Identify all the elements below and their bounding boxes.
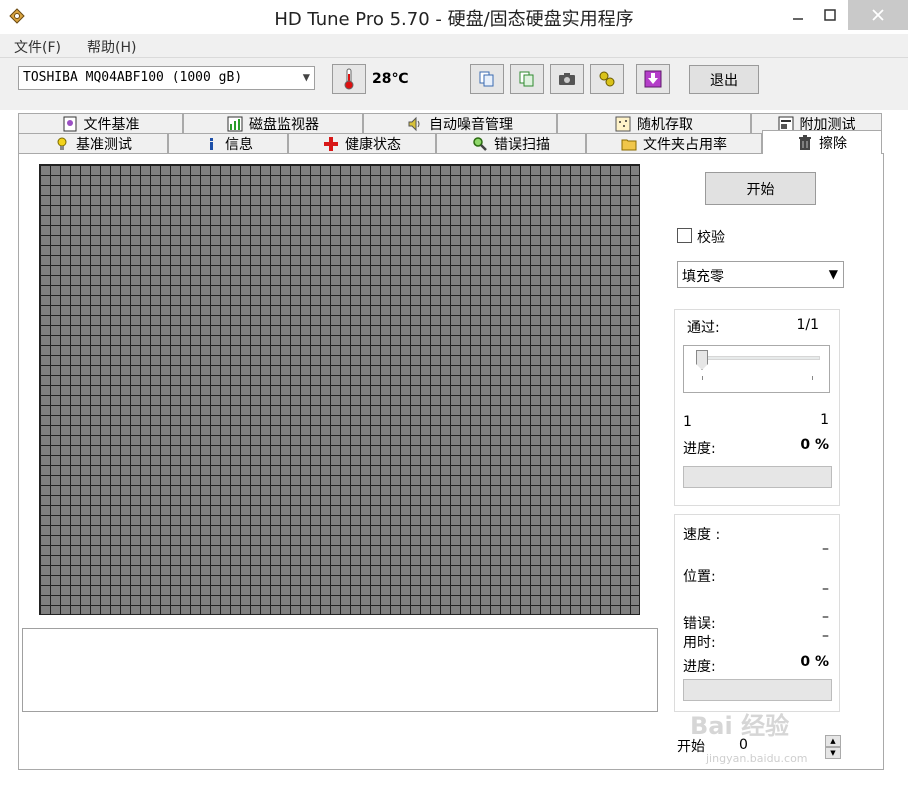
chevron-down-icon: ▼ bbox=[828, 267, 838, 281]
slider-track bbox=[696, 356, 820, 360]
tab-label: 磁盘监视器 bbox=[249, 116, 319, 133]
watermark: Bai 经验 bbox=[690, 712, 790, 740]
tab-info[interactable]: 信息 bbox=[168, 133, 288, 153]
close-icon bbox=[872, 9, 884, 21]
speaker-icon bbox=[408, 116, 420, 131]
file-benchmark-icon bbox=[63, 116, 76, 131]
minimize-button[interactable] bbox=[781, 0, 815, 30]
tab-aam[interactable]: 自动噪音管理 bbox=[363, 113, 557, 133]
tab-label: 文件基准 bbox=[83, 116, 140, 133]
info-icon bbox=[210, 137, 213, 150]
options-button[interactable] bbox=[590, 64, 624, 94]
pass-label: 通过: bbox=[687, 320, 720, 336]
wrench-icon bbox=[599, 71, 615, 87]
tab-folder-usage[interactable]: 文件夹占用率 bbox=[586, 133, 762, 153]
temperature-button[interactable] bbox=[332, 64, 366, 94]
copy-all-icon bbox=[519, 71, 534, 87]
tab-error-scan[interactable]: 错误扫描 bbox=[436, 133, 586, 153]
tab-label: 随机存取 bbox=[637, 116, 693, 133]
save-button[interactable] bbox=[636, 64, 670, 94]
error-value: – bbox=[822, 609, 829, 625]
tab-label: 健康状态 bbox=[345, 136, 401, 153]
fill-mode-value: 填充零 bbox=[682, 269, 724, 285]
watermark-url: jingyan.baidu.com bbox=[706, 752, 808, 765]
copy-icon bbox=[479, 71, 494, 87]
speed-label: 速度 : bbox=[683, 527, 721, 543]
thermometer-icon bbox=[344, 68, 354, 90]
time-value: – bbox=[822, 628, 829, 644]
pass-slider[interactable] bbox=[683, 345, 830, 393]
fill-mode-select[interactable]: 填充零 ▼ bbox=[677, 261, 844, 288]
menu-file[interactable]: 文件(F) bbox=[14, 37, 61, 57]
log-area bbox=[22, 628, 658, 712]
spin-down-button[interactable]: ▼ bbox=[825, 747, 841, 759]
minimize-icon bbox=[793, 18, 803, 20]
drive-select-value: TOSHIBA MQ04ABF100 (1000 gB) bbox=[23, 70, 243, 85]
screenshot-button[interactable] bbox=[550, 64, 584, 94]
tab-label: 信息 bbox=[225, 136, 253, 153]
trash-icon bbox=[799, 134, 811, 150]
random-access-icon bbox=[615, 116, 631, 131]
pass-value: 1/1 bbox=[796, 317, 819, 333]
position-label: 位置: bbox=[683, 569, 716, 585]
close-button[interactable] bbox=[848, 0, 908, 30]
block-map bbox=[39, 164, 640, 615]
bulb-icon bbox=[57, 137, 67, 150]
menu-help[interactable]: 帮助(H) bbox=[87, 37, 136, 57]
tab-label: 文件夹占用率 bbox=[643, 136, 727, 153]
folder-icon bbox=[621, 139, 637, 150]
camera-icon bbox=[559, 73, 575, 85]
slider-min-value: 1 bbox=[683, 414, 692, 430]
menu-bar: 文件(F) 帮助(H) bbox=[0, 34, 908, 58]
copy-all-button[interactable] bbox=[510, 64, 544, 94]
slider-thumb[interactable] bbox=[696, 350, 708, 370]
verify-checkbox[interactable] bbox=[677, 228, 692, 243]
tab-label: 错误扫描 bbox=[494, 136, 550, 153]
spin-up-button[interactable]: ▲ bbox=[825, 735, 841, 747]
tab-random-access[interactable]: 随机存取 bbox=[557, 113, 751, 133]
stats-group: 速度 : – 位置: – 错误: – 用时: – 进度: 0 % bbox=[674, 514, 840, 712]
slider-max-value: 1 bbox=[820, 412, 829, 428]
progress2-value: 0 % bbox=[800, 654, 829, 670]
tab-label: 擦除 bbox=[819, 135, 847, 152]
tab-label: 自动噪音管理 bbox=[429, 116, 513, 133]
progress-value: 0 % bbox=[800, 437, 829, 453]
maximize-button[interactable] bbox=[813, 0, 847, 30]
chevron-down-icon: ▼ bbox=[302, 70, 310, 84]
health-cross-icon bbox=[324, 136, 338, 151]
error-label: 错误: bbox=[683, 616, 716, 632]
tab-erase[interactable]: 擦除 bbox=[762, 130, 882, 154]
progress-bar bbox=[683, 466, 832, 488]
tab-health[interactable]: 健康状态 bbox=[288, 133, 436, 153]
progress2-label: 进度: bbox=[683, 659, 716, 675]
tab-label: 基准测试 bbox=[76, 136, 132, 153]
progress2-bar bbox=[683, 679, 832, 701]
pass-group: 通过: 1/1 1 1 进度: 0 % bbox=[674, 309, 840, 506]
tab-disk-monitor[interactable]: 磁盘监视器 bbox=[183, 113, 363, 133]
start-button[interactable]: 开始 bbox=[705, 172, 816, 205]
maximize-icon bbox=[824, 9, 836, 21]
temperature-value: 28℃ bbox=[372, 71, 409, 87]
title-bar: HD Tune Pro 5.70 - 硬盘/固态硬盘实用程序 bbox=[0, 0, 908, 34]
verify-label: 校验 bbox=[697, 230, 725, 246]
progress-label: 进度: bbox=[683, 441, 716, 457]
speed-value: – bbox=[822, 541, 829, 557]
slider-tick bbox=[702, 376, 703, 380]
magnifier-icon bbox=[473, 136, 487, 151]
exit-button[interactable]: 退出 bbox=[689, 65, 759, 94]
tab-benchmark[interactable]: 基准测试 bbox=[18, 133, 168, 153]
position-value: – bbox=[822, 581, 829, 597]
time-label: 用时: bbox=[683, 635, 716, 651]
chevron-up-icon: ▲ bbox=[830, 737, 836, 745]
slider-tick bbox=[812, 376, 813, 380]
down-arrow-icon bbox=[644, 70, 662, 88]
drive-select[interactable]: TOSHIBA MQ04ABF100 (1000 gB) ▼ bbox=[18, 66, 315, 90]
erase-panel: 开始 校验 填充零 ▼ 通过: 1/1 1 1 进度: 0 % 速度 : – 位… bbox=[18, 153, 884, 770]
window-title: HD Tune Pro 5.70 - 硬盘/固态硬盘实用程序 bbox=[274, 9, 634, 30]
bar-chart-icon bbox=[227, 116, 243, 131]
toolbar: TOSHIBA MQ04ABF100 (1000 gB) ▼ 28℃ 退出 bbox=[0, 58, 908, 110]
tab-file-benchmark[interactable]: 文件基准 bbox=[18, 113, 183, 133]
copy-info-button[interactable] bbox=[470, 64, 504, 94]
chevron-down-icon: ▼ bbox=[830, 749, 836, 757]
